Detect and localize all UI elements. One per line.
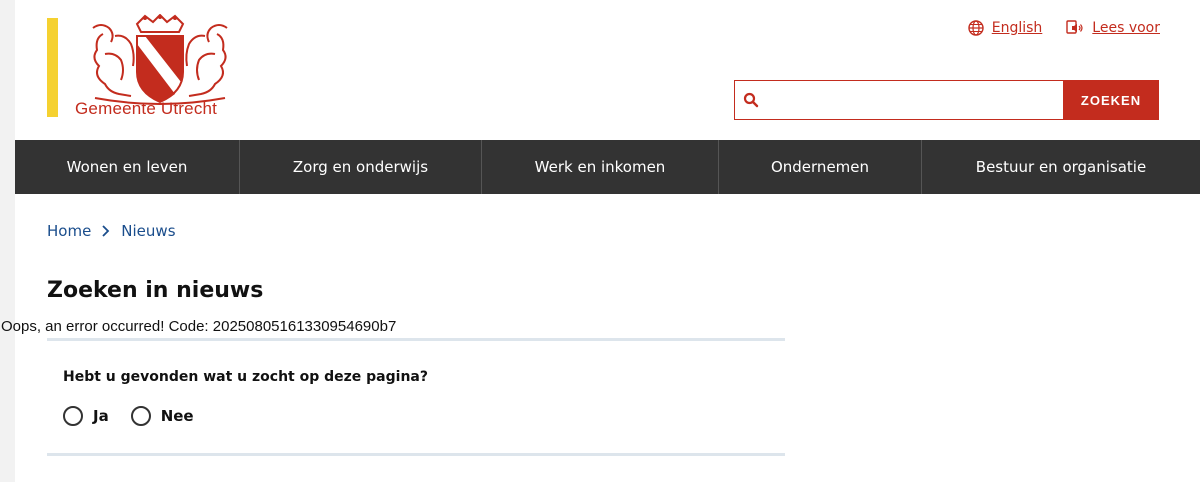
nav-item-werk-en-inkomen[interactable]: Werk en inkomen — [482, 140, 719, 194]
chevron-right-icon — [102, 225, 110, 237]
read-aloud-link[interactable]: Lees voor — [1066, 20, 1160, 36]
language-link[interactable]: English — [968, 20, 1043, 36]
page-title: Zoeken in nieuws — [47, 278, 264, 303]
page: Gemeente Utrecht English Lees voor ZOEKE… — [1, 0, 1200, 482]
nav-item-wonen-en-leven[interactable]: Wonen en leven — [15, 140, 240, 194]
search-input[interactable] — [759, 80, 1063, 120]
divider — [47, 453, 785, 456]
search-bar: ZOEKEN — [734, 80, 1159, 120]
feedback-option-ja[interactable]: Ja — [63, 406, 109, 426]
language-link-label: English — [991, 20, 1043, 36]
search-button[interactable]: ZOEKEN — [1063, 80, 1159, 120]
radio-label: Nee — [160, 407, 194, 425]
breadcrumb: Home Nieuws — [47, 222, 176, 240]
speaker-icon — [1066, 20, 1083, 34]
breadcrumb-home[interactable]: Home — [47, 222, 91, 240]
logo-text: Gemeente Utrecht — [75, 99, 218, 118]
brand-accent-bar — [47, 18, 58, 117]
radio-button[interactable] — [63, 406, 83, 426]
nav-item-ondernemen[interactable]: Ondernemen — [719, 140, 922, 194]
divider — [47, 338, 785, 341]
feedback-question: Hebt u gevonden wat u zocht op deze pagi… — [63, 369, 428, 385]
breadcrumb-nieuws[interactable]: Nieuws — [121, 222, 175, 240]
read-aloud-link-label: Lees voor — [1092, 20, 1160, 36]
search-field-wrapper[interactable] — [734, 80, 1063, 120]
radio-label: Ja — [93, 407, 109, 425]
feedback-option-nee[interactable]: Nee — [130, 406, 194, 426]
feedback-options: Ja Nee — [63, 406, 194, 426]
utility-links: English Lees voor — [968, 20, 1160, 36]
nav-item-zorg-en-onderwijs[interactable]: Zorg en onderwijs — [240, 140, 482, 194]
main-navigation: Wonen en leven Zorg en onderwijs Werk en… — [15, 140, 1200, 194]
search-icon — [743, 92, 759, 108]
radio-button[interactable] — [130, 406, 151, 426]
globe-icon — [968, 20, 984, 36]
nav-item-bestuur-en-organisatie[interactable]: Bestuur en organisatie — [922, 140, 1200, 194]
error-message: Oops, an error occurred! Code: 202508051… — [1, 318, 397, 335]
